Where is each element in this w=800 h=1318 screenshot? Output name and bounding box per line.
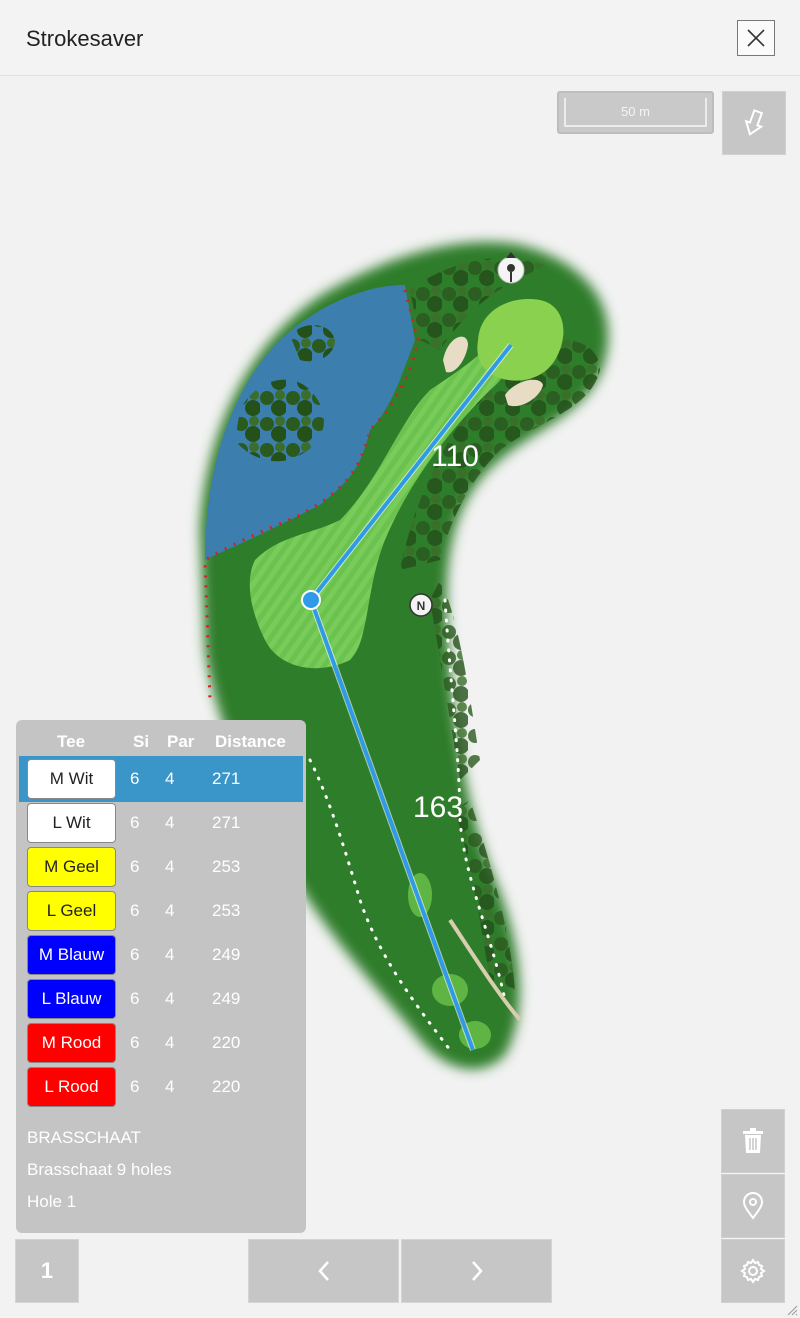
tee-button[interactable]: L Blauw — [27, 979, 116, 1019]
tee-distance-cell: 271 — [212, 813, 241, 832]
aim-point-handle[interactable] — [301, 590, 321, 610]
resize-grip-icon[interactable] — [786, 1304, 798, 1316]
tee-row[interactable]: M Geel 6 4 253 — [19, 844, 303, 890]
tee-row[interactable]: M Blauw 6 4 249 — [19, 932, 303, 978]
tee-par-cell: 4 — [165, 989, 175, 1008]
header-par: Par — [167, 732, 195, 751]
tee-row[interactable]: L Rood 6 4 220 — [19, 1064, 303, 1110]
tee-row[interactable]: M Wit 6 4 271 — [19, 756, 303, 802]
scale-bar: 50 m — [557, 91, 714, 134]
tee-par-cell: 4 — [165, 857, 175, 876]
tee-row[interactable]: M Rood 6 4 220 — [19, 1020, 303, 1066]
tee-par-cell: 4 — [165, 1033, 175, 1052]
club-name: BRASSCHAAT — [27, 1128, 141, 1147]
tee-si-cell: 6 — [130, 1033, 140, 1052]
tee-distance-cell: 220 — [212, 1033, 241, 1052]
hole-number: 1 — [40, 1258, 54, 1283]
compass-label: N — [417, 599, 426, 613]
header-distance: Distance — [215, 732, 286, 751]
pointer-hand-icon — [744, 109, 764, 136]
tee-button[interactable]: L Geel — [27, 891, 116, 931]
distance-label-from-tee: 163 — [413, 791, 463, 824]
location-button[interactable] — [721, 1174, 785, 1238]
tee-distance-cell: 253 — [212, 857, 241, 876]
chevron-right-icon — [471, 1261, 483, 1281]
tee-distance-cell: 253 — [212, 901, 241, 920]
tee-par-cell: 4 — [165, 945, 175, 964]
tee-distance-cell: 271 — [212, 769, 241, 788]
tee-si-cell: 6 — [130, 1077, 140, 1096]
tee-par-cell: 4 — [165, 1077, 175, 1096]
tee-si-cell: 6 — [130, 945, 140, 964]
delete-button[interactable] — [721, 1109, 785, 1173]
tee-par-cell: 4 — [165, 813, 175, 832]
tee-row[interactable]: L Blauw 6 4 249 — [19, 976, 303, 1022]
hole-number-button[interactable]: 1 — [15, 1239, 79, 1303]
settings-button[interactable] — [721, 1239, 785, 1303]
hole-label: Hole 1 — [27, 1192, 77, 1211]
pointer-tool-button[interactable] — [722, 91, 786, 155]
tee-panel: Tee Si Par Distance M Wit 6 4 271 L Wit 6 4 271… — [16, 720, 306, 1233]
header-tee: Tee — [57, 732, 86, 751]
tee-par-cell: 4 — [165, 769, 175, 788]
previous-hole-button[interactable] — [248, 1239, 399, 1303]
tee-si-cell: 6 — [130, 857, 140, 876]
tee-button[interactable]: M Geel — [27, 847, 116, 887]
tee-si-cell: 6 — [130, 813, 140, 832]
tee-row[interactable]: L Geel 6 4 253 — [19, 888, 303, 934]
tee-button[interactable]: M Blauw — [27, 935, 116, 975]
location-pin-icon — [742, 1192, 764, 1220]
scale-label: 50 m — [564, 98, 707, 127]
tee-si-cell: 6 — [130, 769, 140, 788]
chevron-left-icon — [317, 1261, 329, 1281]
tee-distance-cell: 220 — [212, 1077, 241, 1096]
tee-button[interactable]: L Rood — [27, 1067, 116, 1107]
gear-icon — [740, 1258, 766, 1284]
trash-icon — [743, 1128, 763, 1153]
course-name: Brasschaat 9 holes — [27, 1160, 172, 1179]
compass-icon: N — [409, 593, 433, 617]
tee-distance-cell: 249 — [212, 989, 241, 1008]
tee-table-header: Tee Si Par Distance — [16, 732, 306, 752]
tee-si-cell: 6 — [130, 901, 140, 920]
tee-button[interactable]: L Wit — [27, 803, 116, 843]
tee-si-cell: 6 — [130, 989, 140, 1008]
tee-distance-cell: 249 — [212, 945, 241, 964]
header-si: Si — [133, 732, 150, 751]
tee-button[interactable]: M Wit — [27, 759, 116, 799]
tee-row[interactable]: L Wit 6 4 271 — [19, 800, 303, 846]
tee-button[interactable]: M Rood — [27, 1023, 116, 1063]
next-hole-button[interactable] — [401, 1239, 552, 1303]
tee-par-cell: 4 — [165, 901, 175, 920]
distance-label-to-green: 110 — [431, 440, 479, 473]
